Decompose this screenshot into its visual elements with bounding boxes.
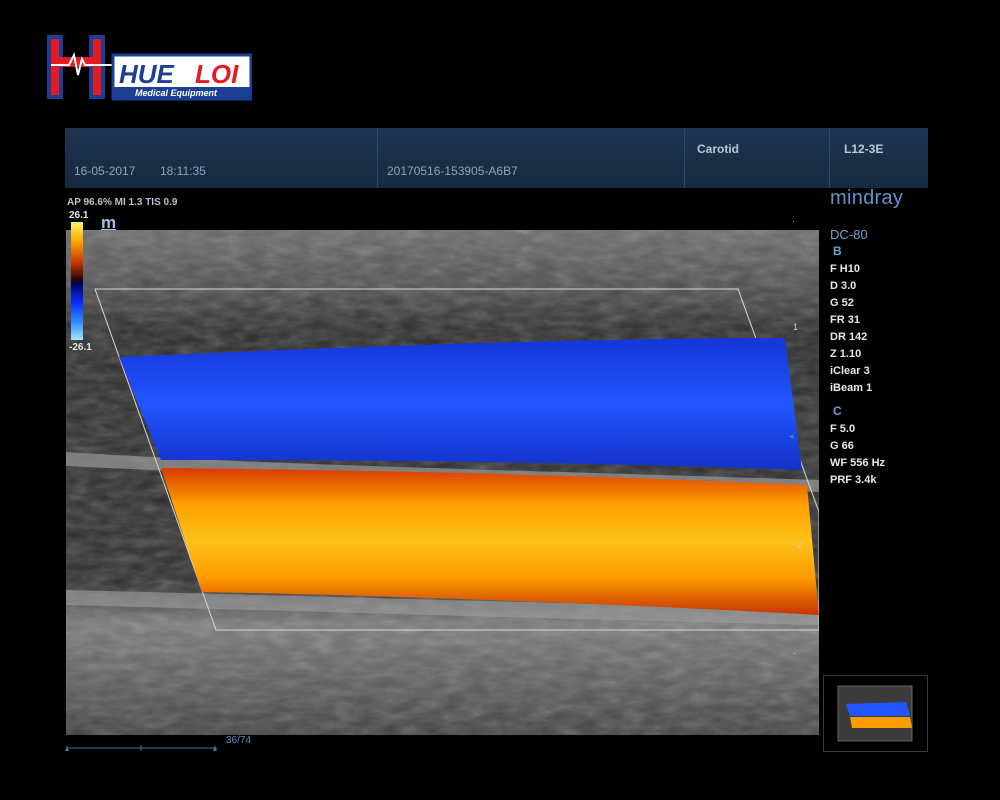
cine-scrollbar[interactable] — [65, 739, 220, 751]
depth-tick: · — [793, 648, 796, 658]
b-param: iClear 3 — [830, 365, 870, 377]
header-bar: 16-05-2017 18:11:35 20170516-153905-A6B7… — [65, 128, 928, 188]
image-thumbnail[interactable] — [823, 675, 928, 752]
c-mode-params: F 5.0 G 66 WF 556 Hz PRF 3.4k — [830, 421, 885, 489]
model-label: DC-80 — [830, 227, 868, 242]
c-param: WF 556 Hz — [830, 457, 886, 469]
b-mode-label: B — [833, 244, 842, 258]
b-param: F H10 — [830, 263, 860, 275]
b-param: DR 142 — [830, 331, 868, 343]
b-param: Z 1.10 — [830, 348, 862, 360]
depth-tick: · — [792, 216, 795, 226]
brand-label: mindray — [830, 187, 904, 209]
b-param: G 52 — [830, 297, 854, 309]
c-param: G 66 — [830, 440, 854, 452]
ultrasound-image[interactable] — [66, 230, 819, 735]
depth-mark-2: 2 — [797, 540, 803, 550]
focus-marker-icon[interactable]: ◂ — [789, 431, 794, 442]
b-param: D 3.0 — [830, 280, 857, 292]
probe-name[interactable]: L12-3E — [844, 142, 883, 156]
exam-time: 18:11:35 — [160, 164, 206, 178]
mode-m-icon[interactable]: m — [101, 213, 116, 233]
logo-text-hue: HUE — [119, 59, 175, 89]
velocity-color-scale — [71, 222, 83, 340]
blue-flow-region — [119, 338, 802, 470]
b-param: FR 31 — [830, 314, 860, 326]
exam-preset[interactable]: Carotid — [697, 142, 739, 156]
safety-indices: AP 96.6% MI 1.3 TIS 0.9 — [67, 197, 178, 208]
c-mode-label: C — [833, 404, 842, 418]
hueloi-logo: HUE LOI Medical Equipment — [47, 33, 252, 103]
velocity-scale-max: 26.1 — [69, 210, 89, 221]
b-param: iBeam 1 — [830, 382, 873, 394]
cine-frame-count: 36/74 — [226, 735, 252, 746]
logo-text-loi: LOI — [195, 59, 239, 89]
orange-flow-region — [161, 468, 819, 615]
study-id: 20170516-153905-A6B7 — [387, 164, 518, 178]
depth-mark-1: 1 — [793, 322, 799, 332]
exam-date: 16-05-2017 — [74, 164, 136, 178]
velocity-scale-min: -26.1 — [69, 342, 92, 353]
b-mode-params: F H10 D 3.0 G 52 FR 31 DR 142 Z 1.10 iCl… — [830, 261, 872, 397]
c-param: F 5.0 — [830, 423, 856, 435]
c-param: PRF 3.4k — [830, 474, 877, 486]
logo-subtitle: Medical Equipment — [135, 88, 218, 98]
